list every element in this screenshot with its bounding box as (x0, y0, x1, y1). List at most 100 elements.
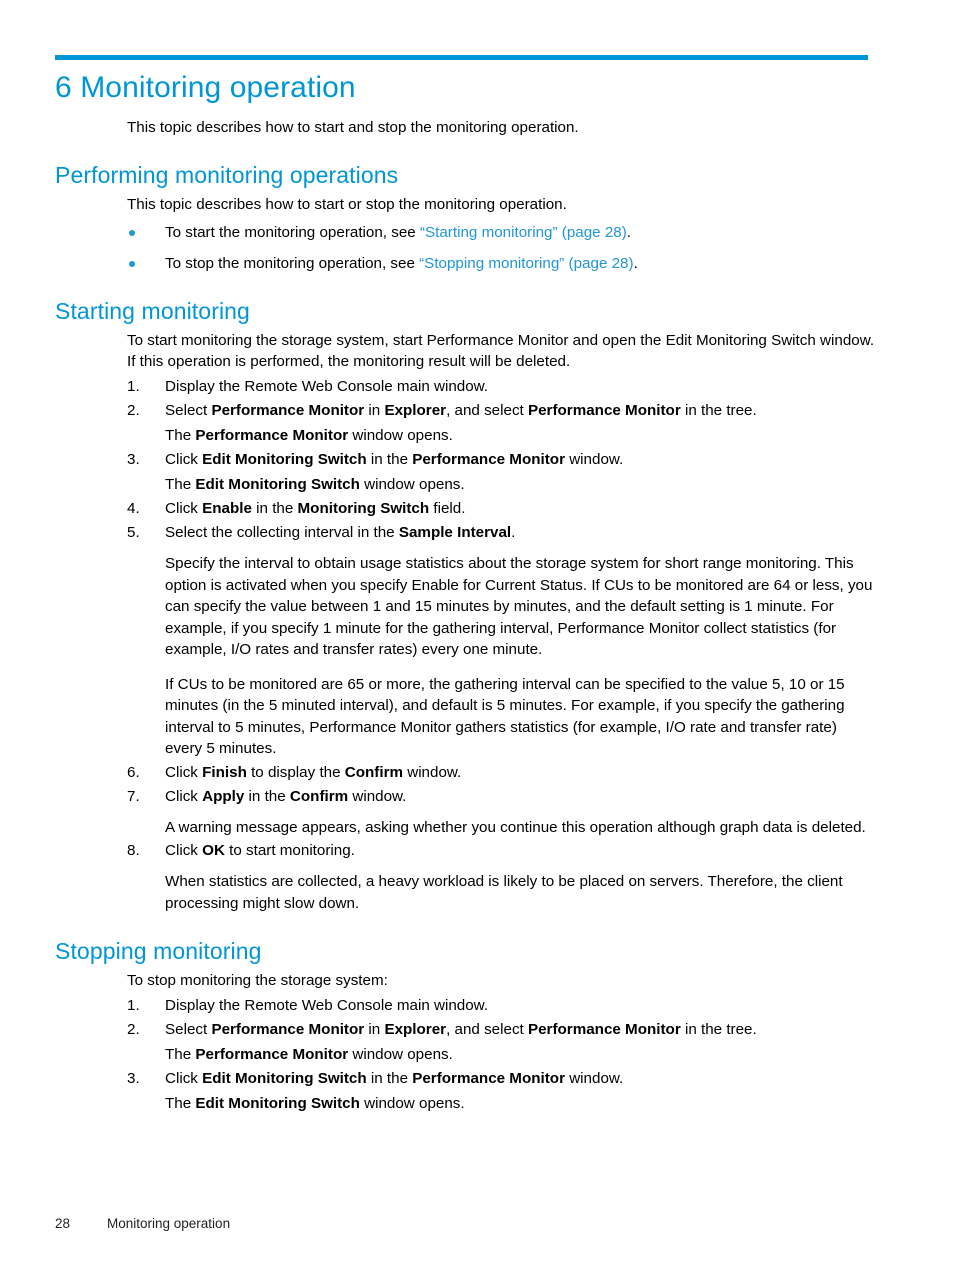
section-title-starting-monitoring: Starting monitoring (55, 298, 250, 324)
step-text-fragment: The (165, 1046, 196, 1063)
emphasis-term: Performance Monitor (195, 1046, 349, 1063)
step-text-fragment: Click (165, 1070, 203, 1087)
step-detail-paragraph: A warning message appears, asking whethe… (165, 818, 866, 836)
step-text: Select Performance Monitor in Explorer, … (165, 402, 757, 419)
procedure-step: 7. Click Apply in the Confirm window. A wa… (127, 786, 875, 839)
step-number: 2. (127, 1021, 140, 1038)
step-text-fragment: in (364, 1021, 385, 1038)
bullet-text: To start the monitoring operation, see (165, 224, 420, 241)
step-text: Select Performance Monitor in Explorer, … (165, 1021, 757, 1038)
step-text: Display the Remote Web Console main wind… (165, 378, 489, 395)
emphasis-term: Sample Interval (398, 524, 512, 541)
step-text-fragment: in (364, 402, 385, 419)
emphasis-term: Performance Monitor (195, 427, 349, 444)
step-text-fragment: window. (564, 1070, 624, 1087)
chapter-intro-wrap: This topic describes how to start and st… (127, 108, 875, 138)
step-detail-paragraph: If CUs to be monitored are 65 or more, t… (165, 675, 845, 758)
footer-running-title: Monitoring operation (107, 1216, 231, 1231)
emphasis-term: OK (202, 842, 225, 859)
step-text: Click Edit Monitoring Switch in the Perf… (165, 1070, 623, 1087)
emphasis-term: Confirm (289, 787, 349, 805)
cross-reference-link[interactable]: “Stopping monitoring” (page 28) (419, 255, 633, 272)
section-intro: To stop monitoring the storage system: (127, 972, 388, 989)
document-page: 6 Monitoring operation This topic descri… (0, 0, 954, 1271)
list-item: To stop the monitoring operation, see “S… (127, 253, 875, 274)
procedure-step: 8. Click OK to start monitoring. When stat… (127, 840, 875, 914)
step-text-fragment: Click (165, 763, 203, 781)
step-text-fragment: in the (366, 451, 413, 468)
procedure-step: 3. Click Edit Monitoring Switch in the Pe… (127, 449, 875, 496)
step-number: 1. (127, 378, 140, 395)
step-text-fragment: , and select (446, 402, 528, 419)
bullet-text-suffix: . (626, 224, 632, 241)
step-text-fragment: in the tree. (680, 1021, 757, 1038)
procedure-step-list: 1. Display the Remote Web Console main wi… (127, 995, 875, 1115)
step-text-fragment: Click (165, 451, 203, 468)
step-result-text: The Edit Monitoring Switch window opens. (165, 1093, 875, 1115)
cross-reference-list: To start the monitoring operation, see “… (127, 222, 875, 274)
cross-reference-link[interactable]: “Starting monitoring” (page 28) (420, 224, 627, 241)
procedure-step: 1. Display the Remote Web Console main wi… (127, 376, 875, 398)
step-text-fragment: Select (165, 1021, 212, 1038)
emphasis-term: Confirm (344, 763, 403, 781)
emphasis-term: Apply (202, 787, 245, 805)
procedure-step: 1. Display the Remote Web Console main wi… (127, 995, 875, 1017)
step-text-fragment: Select (165, 402, 212, 419)
step-text-fragment: in the tree. (680, 402, 757, 419)
section-body-starting-monitoring: To start monitoring the storage system, … (127, 330, 875, 914)
procedure-step-list: 1. Display the Remote Web Console main wi… (127, 376, 875, 914)
step-result-text: The Edit Monitoring Switch window opens. (165, 474, 875, 496)
chapter-intro: This topic describes how to start and st… (127, 119, 579, 136)
emphasis-term: Edit Monitoring Switch (195, 476, 360, 493)
procedure-step: 2. Select Performance Monitor in Explorer… (127, 400, 875, 447)
step-text-fragment: window. (403, 763, 462, 781)
step-detail-paragraph: When statistics are collected, a heavy w… (165, 873, 843, 912)
bullet-dot-icon (129, 261, 135, 267)
step-text: Click Enable in the Monitoring Switch fi… (165, 500, 465, 517)
step-text: Click Finish to display the Confirm wind… (165, 764, 461, 781)
procedure-step: 4. Click Enable in the Monitoring Switch … (127, 498, 875, 520)
step-detail-paragraph: Specify the interval to obtain usage sta… (165, 555, 873, 658)
step-text-fragment: The (165, 476, 196, 493)
step-text: Click OK to start monitoring. (165, 842, 355, 859)
step-number: 2. (127, 402, 140, 419)
emphasis-term: Explorer (384, 1021, 447, 1038)
step-text: Display the Remote Web Console main wind… (165, 997, 489, 1014)
step-number: 5. (127, 524, 140, 541)
chapter-top-rule (55, 55, 868, 60)
step-number: 8. (127, 842, 140, 859)
step-number: 4. (127, 500, 140, 517)
emphasis-term: Explorer (384, 402, 447, 419)
list-item: To start the monitoring operation, see “… (127, 222, 875, 243)
bullet-text-suffix: . (633, 255, 638, 272)
step-number: 1. (127, 997, 140, 1014)
step-result-text: The Performance Monitor window opens. (165, 425, 875, 447)
step-text: Select the collecting interval in the Sa… (165, 524, 515, 541)
section-body-stopping-monitoring: To stop monitoring the storage system: 1.… (127, 970, 875, 1115)
step-text-fragment: window opens. (359, 1095, 465, 1112)
step-text-fragment: window opens. (359, 476, 465, 493)
emphasis-term: Performance Monitor (211, 402, 365, 419)
emphasis-term: Enable (202, 500, 252, 517)
step-text-fragment: , and select (446, 1021, 528, 1038)
step-text-fragment: window. (564, 451, 624, 468)
emphasis-term: Performance Monitor (527, 1021, 681, 1038)
emphasis-term: Performance Monitor (412, 1070, 565, 1087)
step-text-fragment: to display the (246, 763, 345, 781)
emphasis-term: Performance Monitor (211, 1021, 365, 1038)
step-text-fragment: window. (348, 787, 407, 805)
bullet-text: To stop the monitoring operation, see (165, 255, 420, 272)
step-number: 3. (127, 1070, 140, 1087)
procedure-step: 5. Select the collecting interval in the … (127, 522, 875, 760)
step-text-fragment: Click (165, 787, 203, 805)
footer-page-number: 28 (55, 1216, 71, 1231)
bullet-dot-icon (129, 230, 135, 236)
procedure-step: 6. Click Finish to display the Confirm wi… (127, 762, 875, 784)
section-body-performing-monitoring-operations: This topic describes how to start or sto… (127, 194, 875, 274)
sections-container: Performing monitoring operations This top… (55, 160, 875, 1115)
section-title-performing-monitoring-operations: Performing monitoring operations (55, 162, 399, 188)
emphasis-term: Monitoring Switch (297, 500, 430, 517)
section-intro: This topic describes how to start or sto… (127, 196, 567, 213)
step-text-fragment: . (511, 524, 516, 541)
step-text: Click Apply in the Confirm window. (165, 788, 406, 805)
